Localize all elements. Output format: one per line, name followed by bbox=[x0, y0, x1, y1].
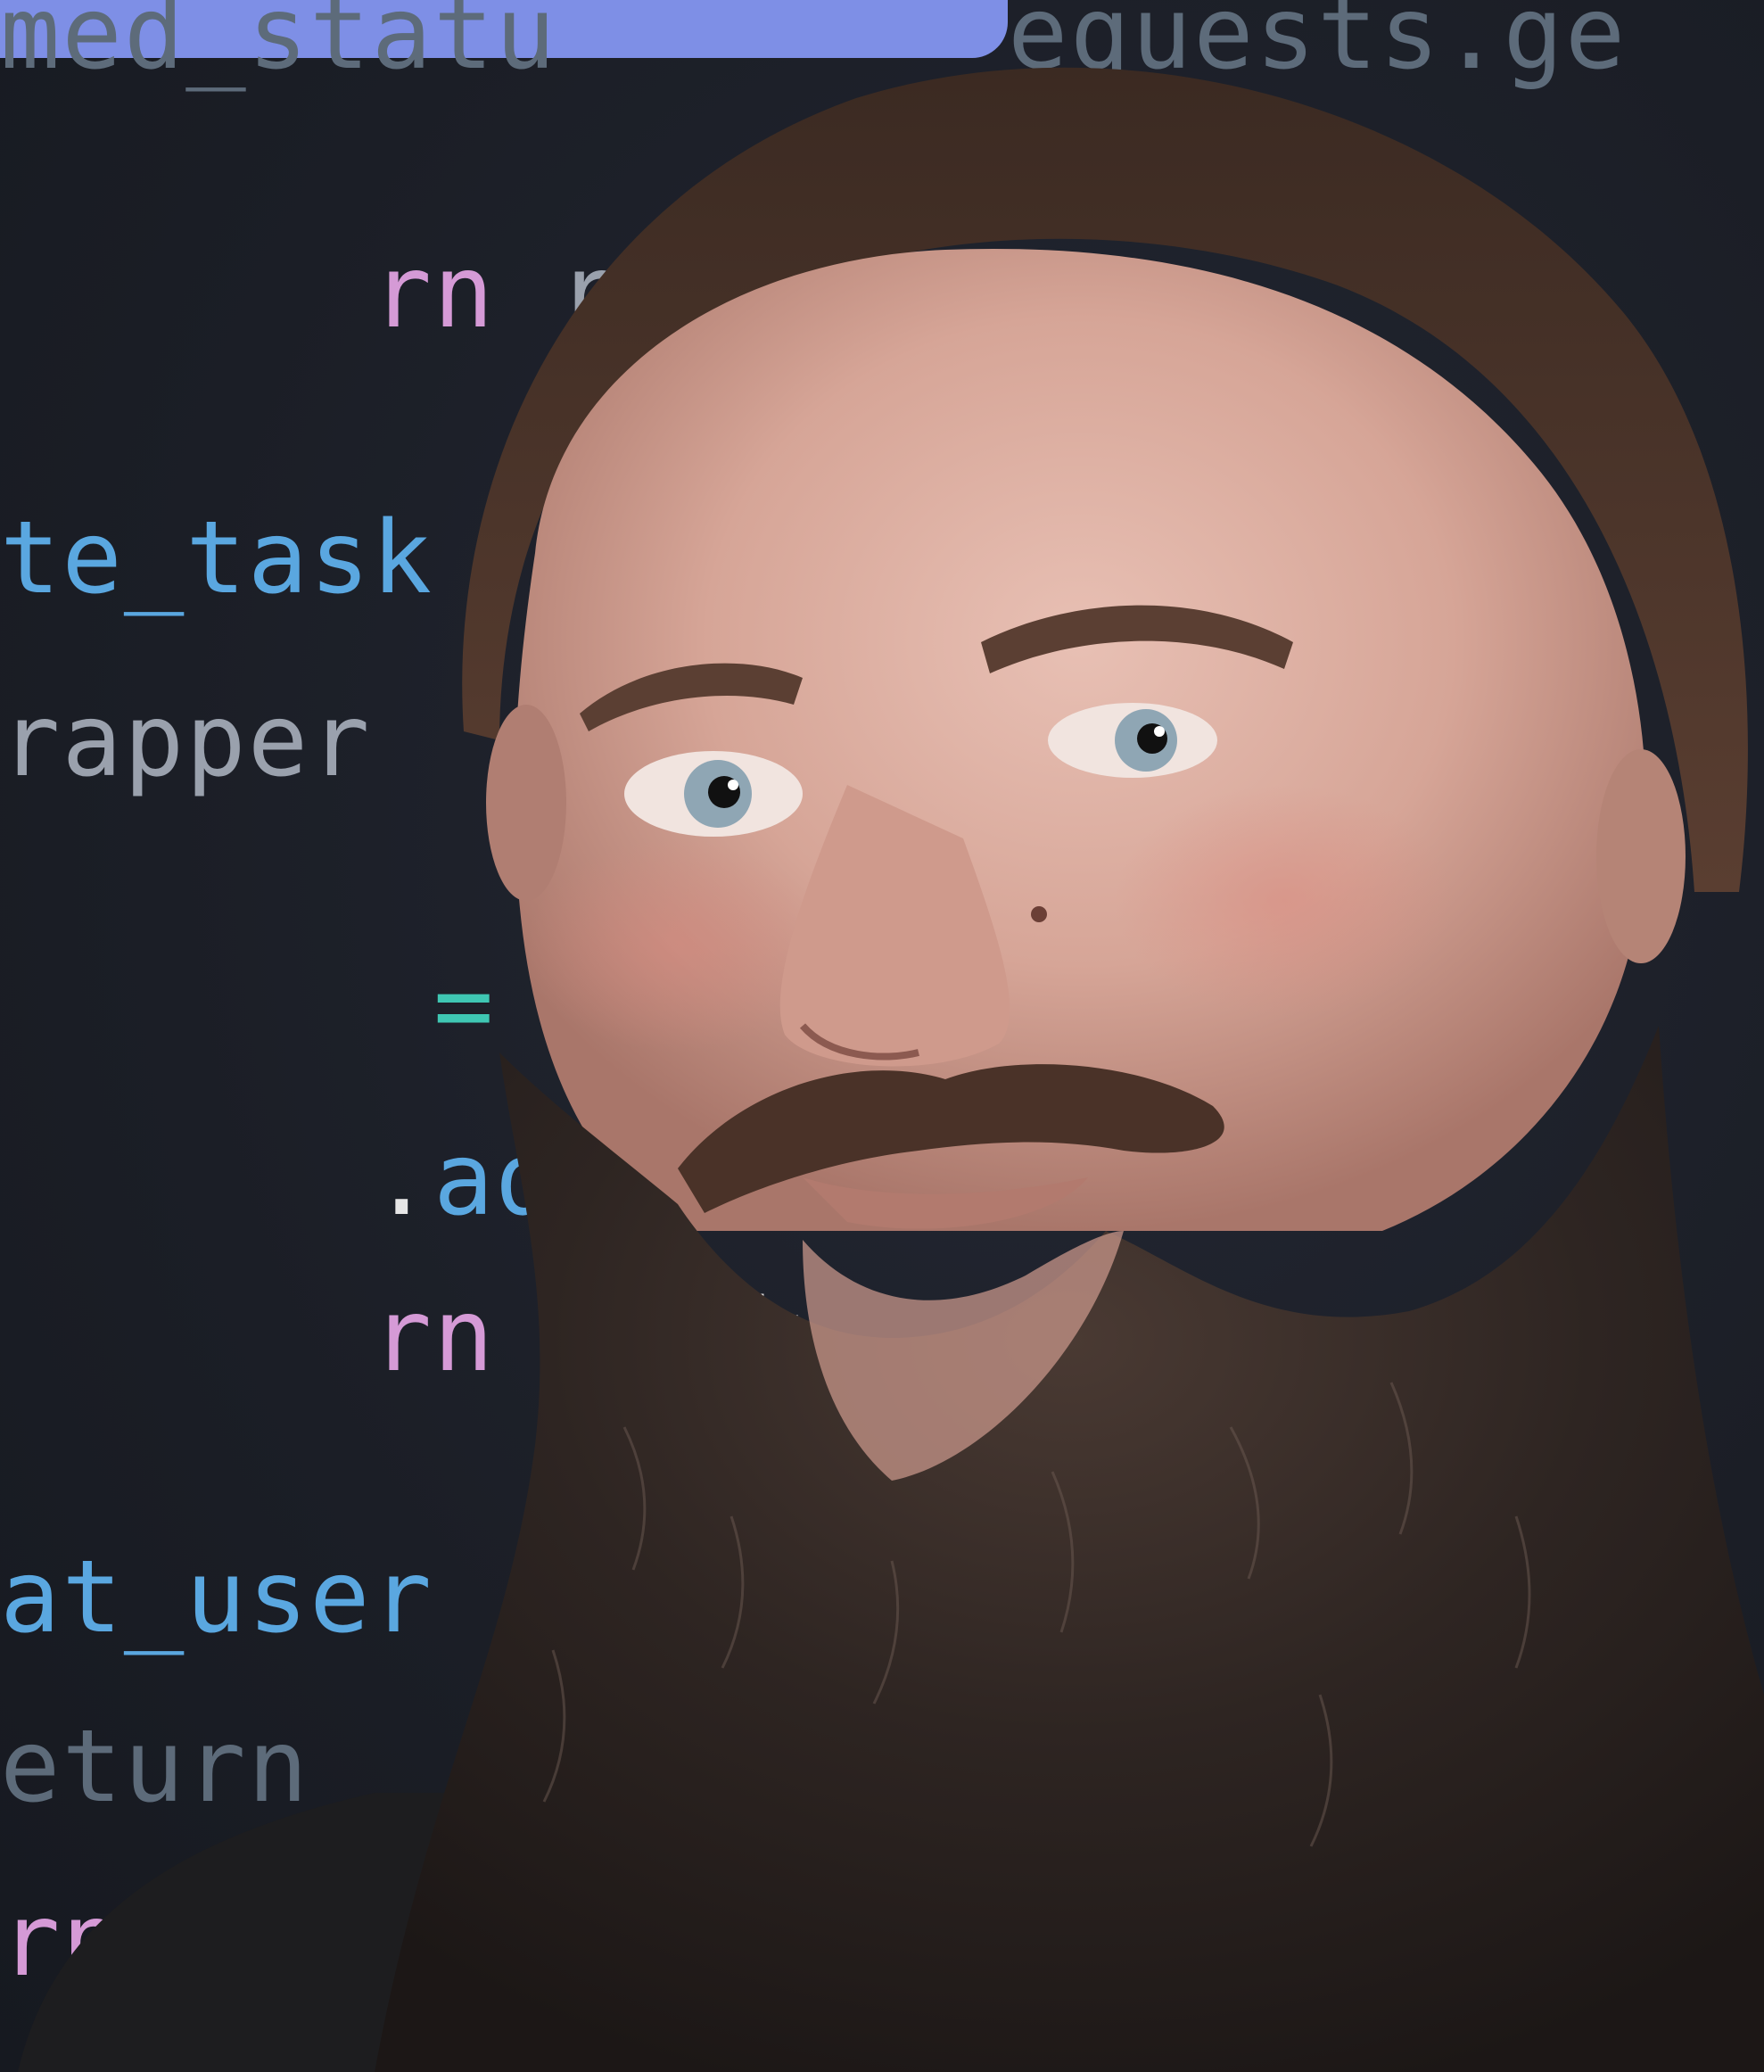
mole bbox=[1031, 906, 1047, 922]
right-ear bbox=[1596, 749, 1686, 963]
photo-stage: med_statu equests.ge rn r.text te_task r… bbox=[0, 0, 1764, 2072]
portrait bbox=[0, 0, 1764, 2072]
left-ear bbox=[486, 705, 566, 901]
portrait-illustration bbox=[18, 67, 1764, 2072]
